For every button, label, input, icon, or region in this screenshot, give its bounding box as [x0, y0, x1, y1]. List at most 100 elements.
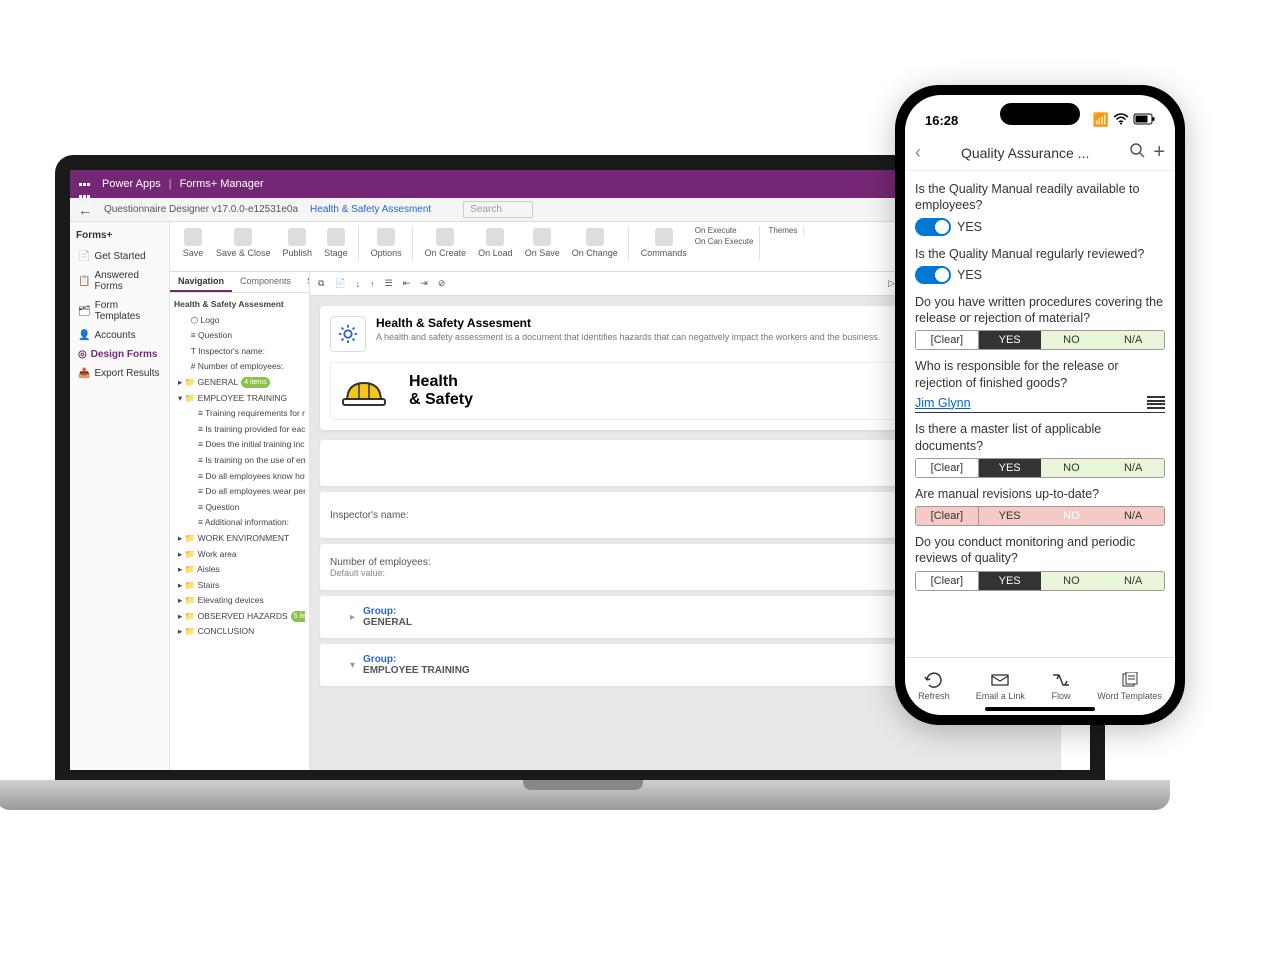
tb-up-icon[interactable]: ↑: [370, 279, 375, 289]
status-time: 16:28: [925, 113, 958, 128]
search-input[interactable]: Search: [463, 201, 533, 218]
question-text: Do you have written procedures covering …: [915, 294, 1165, 327]
sidebar-item-design[interactable]: ◎ Design Forms: [76, 345, 163, 364]
tree-item[interactable]: ≡ Is training on the use of emergency ..…: [174, 453, 305, 469]
search-icon[interactable]: [1129, 142, 1145, 163]
ribbon-commands[interactable]: Commands: [637, 226, 691, 260]
ribbon-save-close[interactable]: Save & Close: [212, 226, 275, 260]
tree-item[interactable]: ≡ Is training provided for each person .…: [174, 422, 305, 438]
ribbon-onsave[interactable]: On Save: [521, 226, 564, 260]
segment-option[interactable]: YES: [979, 459, 1041, 477]
tree-item[interactable]: ▸ 📁 WORK ENVIRONMENT: [174, 531, 305, 547]
ribbon-oncanexecute[interactable]: On Can Execute: [695, 237, 754, 246]
segment-option[interactable]: N/A: [1102, 331, 1164, 349]
tab-snippets[interactable]: Snippets: [299, 272, 310, 292]
tree-item[interactable]: ≡ Do all employees know how to get fi...: [174, 469, 305, 485]
back-icon[interactable]: ←: [78, 202, 92, 218]
tree-item[interactable]: ≡ Question: [174, 328, 305, 344]
segment-option[interactable]: [Clear]: [916, 572, 979, 590]
tree-item[interactable]: # Number of employees:: [174, 359, 305, 375]
ribbon-onexecute[interactable]: On Execute: [695, 226, 754, 235]
sidebar-item-get-started[interactable]: 📄 Get Started: [76, 247, 163, 266]
tree-item[interactable]: ▸ 📁 CONCLUSION: [174, 624, 305, 640]
segment-control[interactable]: [Clear]YESNON/A: [915, 458, 1165, 478]
tree-panel: Navigation Components Snippets Health & …: [170, 272, 310, 770]
menu-icon[interactable]: [1147, 395, 1165, 411]
ribbon-onload[interactable]: On Load: [474, 226, 517, 260]
home-indicator[interactable]: [985, 707, 1095, 711]
app-name: Power Apps: [102, 178, 161, 190]
ribbon-save[interactable]: Save: [178, 226, 208, 260]
tab-refresh[interactable]: Refresh: [918, 672, 950, 701]
segment-option[interactable]: [Clear]: [916, 507, 979, 525]
tb-list-icon[interactable]: ☰: [385, 278, 393, 289]
tree-item[interactable]: ≡ Question: [174, 500, 305, 516]
sidebar-item-templates[interactable]: 🗂 Form Templates: [76, 296, 163, 326]
sidebar-title: Forms+: [76, 230, 163, 241]
segment-option[interactable]: YES: [979, 507, 1041, 525]
ribbon-stage[interactable]: Stage: [320, 226, 352, 260]
module-name: Forms+ Manager: [180, 178, 264, 190]
ribbon-onchange[interactable]: On Change: [568, 226, 622, 260]
toggle-switch[interactable]: YES: [915, 266, 982, 284]
phone-title: Quality Assurance ...: [929, 145, 1121, 161]
toggle-switch[interactable]: YES: [915, 218, 982, 236]
segment-option[interactable]: [Clear]: [916, 331, 979, 349]
text-input[interactable]: Jim Glynn: [915, 393, 1165, 414]
back-icon[interactable]: ‹: [915, 142, 921, 163]
battery-icon: [1133, 113, 1155, 128]
segment-option[interactable]: NO: [1041, 572, 1103, 590]
tab-word-templates[interactable]: Word Templates: [1097, 672, 1162, 701]
tree-item[interactable]: ▾ 📁 EMPLOYEE TRAINING: [174, 391, 305, 407]
segment-option[interactable]: NO: [1041, 507, 1103, 525]
plus-icon[interactable]: +: [1153, 141, 1165, 164]
tree-item[interactable]: ▸ 📁 Elevating devices: [174, 593, 305, 609]
ribbon-options[interactable]: Options: [367, 226, 406, 260]
waffle-icon[interactable]: [78, 177, 92, 191]
tab-email[interactable]: Email a Link: [976, 672, 1025, 701]
tree-item[interactable]: ≡ Does the initial training include a re…: [174, 437, 305, 453]
segment-option[interactable]: NO: [1041, 459, 1103, 477]
segment-option[interactable]: YES: [979, 331, 1041, 349]
segment-option[interactable]: N/A: [1102, 572, 1164, 590]
ribbon-publish[interactable]: Publish: [279, 226, 317, 260]
tree-item[interactable]: ≡ Do all employees wear personal pro...: [174, 484, 305, 500]
tree-item[interactable]: ▸ 📁 Aisles: [174, 562, 305, 578]
tb-delete-icon[interactable]: ⊘: [438, 278, 446, 289]
segment-option[interactable]: YES: [979, 572, 1041, 590]
tree-item[interactable]: ≡ Training requirements for manufactu...: [174, 406, 305, 422]
breadcrumb-designer[interactable]: Questionnaire Designer v17.0.0-e12531e0a: [104, 204, 298, 215]
phone-frame: 16:28 📶 ‹ Quality Assurance ... + Is the…: [895, 85, 1185, 725]
tree-item[interactable]: ▸ 📁 Work area: [174, 547, 305, 563]
tab-flow[interactable]: Flow: [1051, 672, 1071, 701]
tree-item[interactable]: ▸ 📁 OBSERVED HAZARDS 5 items: [174, 609, 305, 625]
question-text: Is the Quality Manual regularly reviewed…: [915, 246, 1165, 262]
gear-icon: [330, 316, 366, 352]
sidebar-item-answered[interactable]: 📋 Answered Forms: [76, 266, 163, 296]
tab-components[interactable]: Components: [232, 272, 299, 292]
tb-copy-icon[interactable]: ⧉: [318, 278, 324, 289]
tree-item[interactable]: ▸ 📁 Stairs: [174, 578, 305, 594]
tb-paste-icon[interactable]: 📄: [334, 278, 345, 289]
tree-item[interactable]: ⬡ Logo: [174, 313, 305, 329]
tree-item[interactable]: ▸ 📁 GENERAL 4 items: [174, 375, 305, 391]
segment-option[interactable]: NO: [1041, 331, 1103, 349]
tab-navigation[interactable]: Navigation: [170, 272, 232, 292]
tree-item[interactable]: ≡ Additional information:: [174, 515, 305, 531]
breadcrumb-form[interactable]: Health & Safety Assesment: [310, 204, 431, 215]
segment-option[interactable]: N/A: [1102, 507, 1164, 525]
segment-option[interactable]: N/A: [1102, 459, 1164, 477]
tb-down-icon[interactable]: ↓: [356, 279, 361, 289]
sidebar-item-accounts[interactable]: 👤 Accounts: [76, 326, 163, 345]
segment-control[interactable]: [Clear]YESNON/A: [915, 330, 1165, 350]
segment-control[interactable]: [Clear]YESNON/A: [915, 571, 1165, 591]
tb-outdent-icon[interactable]: ⇤: [403, 278, 411, 289]
dynamic-island: [1000, 103, 1080, 125]
segment-option[interactable]: [Clear]: [916, 459, 979, 477]
tree-item[interactable]: T Inspector's name:: [174, 344, 305, 360]
segment-control[interactable]: [Clear]YESNON/A: [915, 506, 1165, 526]
ribbon-oncreate[interactable]: On Create: [421, 226, 471, 260]
ribbon-themes[interactable]: Themes: [768, 226, 797, 235]
sidebar-item-export[interactable]: 📤 Export Results: [76, 364, 163, 383]
tb-indent-icon[interactable]: ⇥: [420, 278, 428, 289]
